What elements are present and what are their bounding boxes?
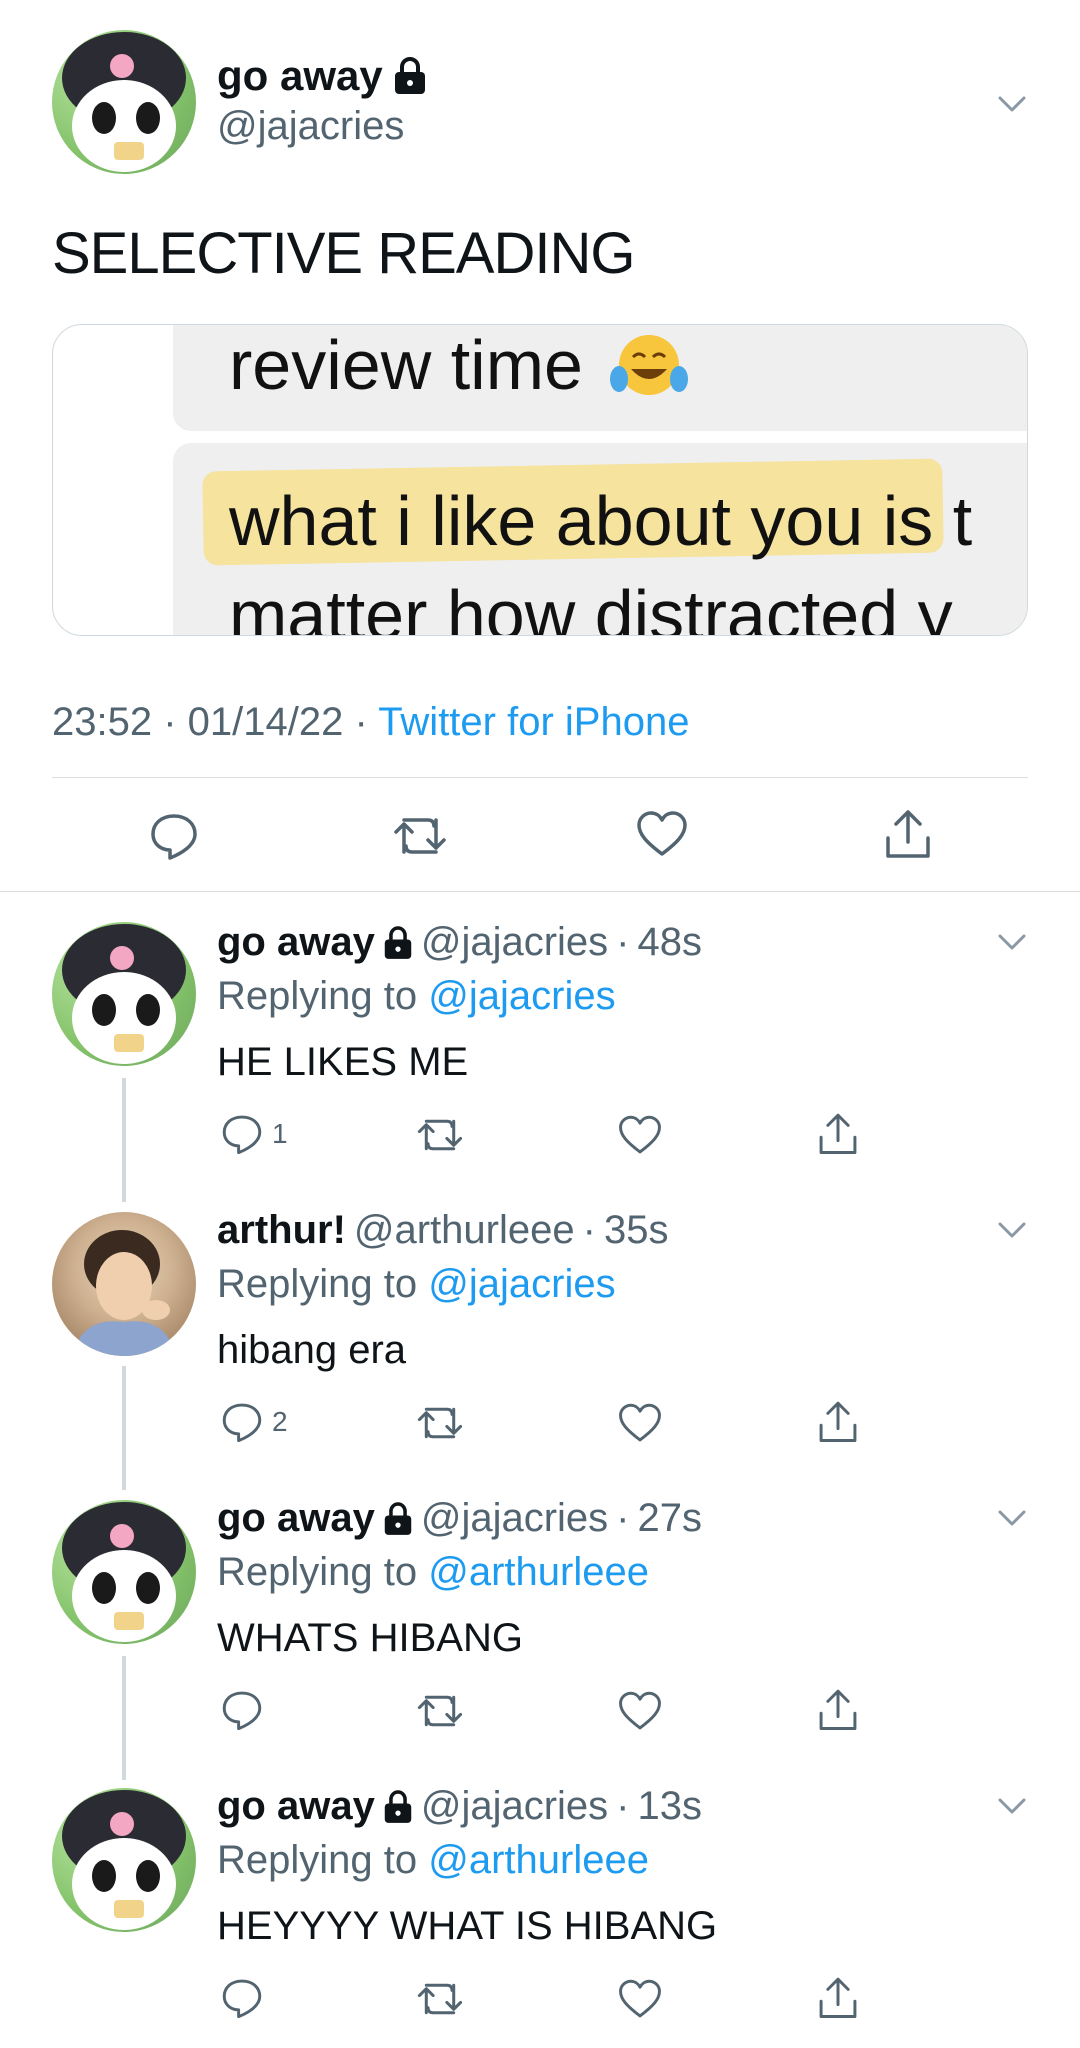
reply-time: 27s <box>637 1496 703 1540</box>
replying-to: Replying to @jajacries <box>217 1262 616 1307</box>
replying-to: Replying to @jajacries <box>217 974 616 1019</box>
share-icon[interactable] <box>816 1974 860 2020</box>
tweet-source-link[interactable]: Twitter for iPhone <box>378 700 689 744</box>
chevron-down-icon[interactable] <box>992 922 1032 962</box>
tweet-meta: 23:52 · 01/14/22 · Twitter for iPhone <box>52 700 689 745</box>
replying-to-link[interactable]: @jajacries <box>428 1262 615 1306</box>
reply-handle: @jajacries <box>420 1496 609 1540</box>
chevron-down-icon[interactable] <box>992 1210 1032 1250</box>
message-line-2: matter how distracted y <box>229 576 953 636</box>
reply-count: 1 <box>272 1118 288 1149</box>
reply-display-name: arthur! <box>217 1208 346 1252</box>
chevron-down-icon[interactable] <box>992 1786 1032 1826</box>
reply-text: HEYYYY WHAT IS HIBANG <box>217 1904 718 1948</box>
share-icon[interactable] <box>816 1398 860 1444</box>
tweet-text: SELECTIVE READING <box>52 221 635 286</box>
reply-icon[interactable] <box>220 1400 264 1444</box>
reply-display-name: go away <box>217 1784 375 1828</box>
dot-separator: · <box>582 1208 596 1252</box>
reply-header[interactable]: go away @jajacries · 13s <box>217 1784 702 1829</box>
replying-to-link[interactable]: @arthurleee <box>428 1838 649 1882</box>
main-handle[interactable]: @jajacries <box>217 104 404 149</box>
reply-icon[interactable] <box>220 1688 264 1732</box>
replying-to-link[interactable]: @arthurleee <box>428 1550 649 1594</box>
replying-to-link[interactable]: @jajacries <box>428 974 615 1018</box>
reply-handle: @jajacries <box>420 920 609 964</box>
share-icon[interactable] <box>816 1686 860 1732</box>
dot-separator: · <box>616 1496 630 1540</box>
reply-time: 48s <box>637 920 703 964</box>
share-icon[interactable] <box>816 1110 860 1156</box>
replying-to: Replying to @arthurleee <box>217 1838 649 1883</box>
chevron-down-icon[interactable] <box>992 84 1032 124</box>
replying-prefix: Replying to <box>217 1550 418 1594</box>
message-line-1: what i like about you is t <box>229 481 972 561</box>
replying-prefix: Replying to <box>217 974 418 1018</box>
reply-text: HE LIKES ME <box>217 1040 469 1084</box>
main-display-name[interactable]: go away <box>217 52 427 100</box>
reply-handle: @jajacries <box>420 1784 609 1828</box>
chevron-down-icon[interactable] <box>992 1498 1032 1538</box>
message-top-text: review time <box>229 326 583 404</box>
reply-icon[interactable] <box>220 1976 264 2020</box>
reply-avatar[interactable] <box>52 922 196 1066</box>
replying-prefix: Replying to <box>217 1262 418 1306</box>
retweet-icon[interactable] <box>392 812 448 860</box>
message-top: review time <box>229 325 689 405</box>
meta-separator: · <box>343 700 379 744</box>
reply-text: hibang era <box>217 1328 407 1372</box>
reply-display-name: go away <box>217 920 375 964</box>
heart-icon[interactable] <box>636 810 688 858</box>
thread-line <box>122 1656 126 1780</box>
reply-avatar[interactable] <box>52 1788 196 1932</box>
lock-icon <box>383 1501 413 1536</box>
retweet-icon[interactable] <box>416 1690 464 1732</box>
reply-header[interactable]: go away @jajacries · 27s <box>217 1496 702 1541</box>
divider <box>52 777 1028 778</box>
main-avatar[interactable] <box>52 30 196 174</box>
main-display-name-text: go away <box>217 52 383 99</box>
reply-handle: @arthurleee <box>353 1208 575 1252</box>
reply-avatar[interactable] <box>52 1500 196 1644</box>
lock-icon <box>383 1789 413 1824</box>
dot-separator: · <box>616 920 630 964</box>
dot-separator: · <box>616 1784 630 1828</box>
reply-header[interactable]: arthur! @arthurleee · 35s <box>217 1208 668 1253</box>
reply-icon[interactable] <box>220 1112 264 1156</box>
reply-time: 35s <box>603 1208 669 1252</box>
thread-line <box>122 1078 126 1202</box>
highlighted-phrase: what i like about you <box>229 482 864 560</box>
share-icon[interactable] <box>882 806 934 860</box>
heart-icon[interactable] <box>618 1690 662 1732</box>
meta-separator: · <box>152 700 188 744</box>
heart-icon[interactable] <box>618 1402 662 1444</box>
reply-header[interactable]: go away @jajacries · 48s <box>217 920 702 965</box>
thread-line <box>122 1366 126 1490</box>
laughing-tears-emoji <box>609 329 689 401</box>
replying-to: Replying to @arthurleee <box>217 1550 649 1595</box>
retweet-icon[interactable] <box>416 1114 464 1156</box>
divider <box>0 891 1080 892</box>
reply-time: 13s <box>637 1784 703 1828</box>
reply-count: 2 <box>272 1406 288 1437</box>
replying-prefix: Replying to <box>217 1838 418 1882</box>
lock-icon <box>393 57 427 95</box>
heart-icon[interactable] <box>618 1978 662 2020</box>
heart-icon[interactable] <box>618 1114 662 1156</box>
retweet-icon[interactable] <box>416 1402 464 1444</box>
reply-icon[interactable] <box>148 810 200 862</box>
reply-text: WHATS HIBANG <box>217 1616 523 1660</box>
tweet-time: 23:52 <box>52 700 153 744</box>
tweet-date: 01/14/22 <box>187 700 344 744</box>
message-line-1-rest: is t <box>863 482 973 560</box>
reply-avatar[interactable] <box>52 1212 196 1356</box>
lock-icon <box>383 925 413 960</box>
tweet-media[interactable]: review time what i like about you is t m… <box>52 324 1028 636</box>
reply-display-name: go away <box>217 1496 375 1540</box>
retweet-icon[interactable] <box>416 1978 464 2020</box>
